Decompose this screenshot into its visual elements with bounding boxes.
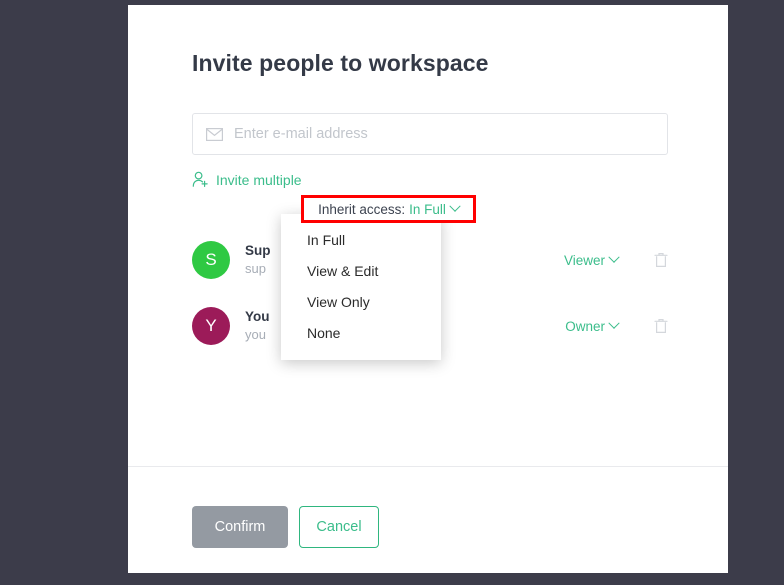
chevron-down-icon [608,318,619,329]
role-label: Viewer [564,253,605,268]
person-plus-icon [192,171,209,188]
dialog-body: Invite people to workspace Invite multip… [128,5,728,466]
trash-icon[interactable] [654,252,668,268]
member-identity: Sup sup [245,242,271,278]
member-email: sup [245,259,271,278]
confirm-button-label: Confirm [215,519,266,535]
member-actions: Viewer [564,227,668,293]
envelope-icon [206,128,223,141]
avatar: S [192,241,230,279]
menu-item-label: View & Edit [307,263,378,279]
chevron-down-icon [608,252,619,263]
avatar-initial: Y [205,316,216,336]
role-select-viewer[interactable]: Viewer [564,253,618,268]
role-label: Owner [565,319,605,334]
cancel-button[interactable]: Cancel [299,506,379,548]
menu-item-label: View Only [307,294,370,310]
dialog-footer: Confirm Cancel [128,466,728,573]
email-field[interactable] [192,113,668,155]
role-select-owner[interactable]: Owner [565,319,618,334]
member-identity: You you [245,308,270,344]
cancel-button-label: Cancel [316,519,361,535]
avatar-initial: S [205,250,216,270]
chevron-down-icon [449,201,460,212]
menu-item-label: None [307,325,340,341]
footer-button-group: Confirm Cancel [192,506,379,548]
member-name: Sup [245,242,271,259]
menu-item-view-and-edit[interactable]: View & Edit [281,255,441,286]
member-email: you [245,325,270,344]
avatar: Y [192,307,230,345]
inherit-access-value: In Full [409,202,446,217]
access-dropdown-menu: In Full View & Edit View Only None [281,214,441,360]
page-title: Invite people to workspace [192,50,489,77]
trash-icon[interactable] [654,318,668,334]
confirm-button[interactable]: Confirm [192,506,288,548]
menu-item-none[interactable]: None [281,317,441,348]
inherit-access-label: Inherit access: [318,202,405,217]
menu-item-in-full[interactable]: In Full [281,224,441,255]
menu-item-view-only[interactable]: View Only [281,286,441,317]
inherit-access-control[interactable]: Inherit access: In Full [301,195,476,223]
invite-multiple-label: Invite multiple [216,172,302,188]
invite-dialog: Invite people to workspace Invite multip… [128,5,728,573]
email-input[interactable] [234,124,667,144]
menu-item-label: In Full [307,232,345,248]
member-name: You [245,308,270,325]
member-actions: Owner [565,293,668,359]
invite-multiple-link[interactable]: Invite multiple [192,171,302,188]
